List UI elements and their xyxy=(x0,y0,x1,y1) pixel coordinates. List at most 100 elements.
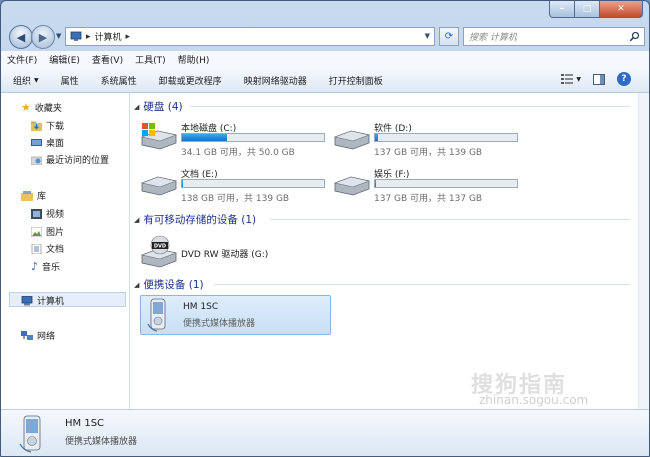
nav-libraries-label: 库 xyxy=(37,192,47,202)
properties-button[interactable]: 属性 xyxy=(61,74,79,87)
dvd-drive-name: DVD RW 驱动器 (G:) xyxy=(181,250,269,260)
back-arrow-icon: ◀ xyxy=(16,30,26,44)
organize-label: 组织 xyxy=(13,76,32,87)
documents-icon xyxy=(31,243,42,254)
chevron-down-icon: ▼ xyxy=(34,76,39,84)
computer-icon xyxy=(70,31,82,41)
address-dropdown-icon[interactable]: ▼ xyxy=(425,32,430,40)
forward-arrow-icon: ▶ xyxy=(38,30,48,44)
drive-usage-fill xyxy=(375,134,378,141)
menu-help[interactable]: 帮助(H) xyxy=(178,53,210,66)
group-divider xyxy=(214,284,630,285)
content-pane: ◢ 硬盘 (4) 本地磁盘 (C:) 34.1 GB 可用，共 50.0 GB … xyxy=(130,93,649,409)
nav-desktop[interactable]: 桌面 xyxy=(31,136,64,149)
hard-drive-icon xyxy=(333,176,371,196)
drive-size: 137 GB 可用，共 137 GB xyxy=(374,194,483,204)
help-icon[interactable]: ? xyxy=(617,72,631,86)
menu-edit[interactable]: 编辑(E) xyxy=(49,53,80,66)
group-header-hard-disks[interactable]: ◢ 硬盘 (4) xyxy=(134,99,183,114)
menu-file[interactable]: 文件(F) xyxy=(7,53,37,66)
organize-button[interactable]: 组织 ▼ xyxy=(13,74,39,87)
nav-network[interactable]: 网络 xyxy=(21,329,55,342)
collapse-triangle-icon: ◢ xyxy=(134,280,140,289)
nav-downloads[interactable]: 下载 xyxy=(31,119,64,132)
system-properties-button[interactable]: 系统属性 xyxy=(101,74,137,87)
device-type: 便携式媒体播放器 xyxy=(183,319,256,329)
map-network-drive-button[interactable]: 映射网络驱动器 xyxy=(244,74,307,87)
nav-favorites[interactable]: ★ 收藏夹 xyxy=(21,101,62,114)
view-options-button[interactable]: ▼ xyxy=(561,74,581,84)
device-item-hm1sc[interactable]: HM 1SC 便携式媒体播放器 xyxy=(140,295,331,335)
downloads-folder-icon xyxy=(31,121,42,131)
drive-usage-bar xyxy=(181,133,325,142)
desktop-icon xyxy=(31,138,42,146)
drive-usage-bar xyxy=(374,179,518,188)
view-grid-icon xyxy=(561,74,574,84)
uninstall-program-button[interactable]: 卸载或更改程序 xyxy=(159,74,222,87)
nav-libraries[interactable]: 库 xyxy=(21,189,46,202)
drive-item-f[interactable]: 娱乐 (F:) 137 GB 可用，共 137 GB xyxy=(333,167,518,204)
drive-usage-fill xyxy=(375,180,377,187)
drive-usage-bar xyxy=(181,179,325,188)
nav-network-label: 网络 xyxy=(37,332,56,342)
media-player-icon xyxy=(147,298,166,332)
group-header-removable[interactable]: ◢ 有可移动存储的设备 (1) xyxy=(134,212,256,227)
back-button[interactable]: ◀ xyxy=(9,25,33,49)
refresh-button[interactable]: ⟳ xyxy=(439,27,459,46)
drive-size: 138 GB 可用，共 139 GB xyxy=(181,194,290,204)
address-path[interactable]: 计算机 xyxy=(95,30,122,43)
details-pane: HM 1SC 便携式媒体播放器 xyxy=(1,409,649,456)
nav-music[interactable]: ♪ 音乐 xyxy=(31,260,60,273)
menu-view[interactable]: 查看(V) xyxy=(92,53,123,66)
preview-pane-icon[interactable] xyxy=(593,73,605,85)
forward-button[interactable]: ▶ xyxy=(31,25,55,49)
search-icon[interactable] xyxy=(629,31,640,42)
drive-size: 34.1 GB 可用，共 50.0 GB xyxy=(181,148,295,158)
group-header-portable[interactable]: ◢ 便携设备 (1) xyxy=(134,277,204,292)
drive-item-c[interactable]: 本地磁盘 (C:) 34.1 GB 可用，共 50.0 GB xyxy=(140,121,325,158)
dvd-drive-icon: DVD xyxy=(140,235,178,268)
open-control-panel-button[interactable]: 打开控制面板 xyxy=(329,74,383,87)
nav-downloads-label: 下载 xyxy=(46,122,65,132)
recent-pages-dropdown-icon[interactable]: ▼ xyxy=(56,32,61,40)
caption-buttons: – □ ✕ xyxy=(549,1,643,18)
group-divider xyxy=(190,106,630,107)
navigation-bar: ◀ ▶ ▼ ▸ 计算机 ▸ ▼ ⟳ 搜索 计算机 xyxy=(7,25,645,49)
search-input[interactable]: 搜索 计算机 xyxy=(463,27,645,46)
search-placeholder: 搜索 计算机 xyxy=(469,33,517,43)
drive-item-d[interactable]: 软件 (D:) 137 GB 可用，共 139 GB xyxy=(333,121,518,158)
nav-videos-label: 视频 xyxy=(46,210,65,220)
address-separator-icon[interactable]: ▸ xyxy=(86,32,91,42)
group-title-hard-disks: 硬盘 (4) xyxy=(143,101,183,113)
group-title-removable: 有可移动存储的设备 (1) xyxy=(143,214,257,226)
content-scrollbar[interactable] xyxy=(638,93,649,409)
nav-computer[interactable]: 计算机 xyxy=(21,294,64,307)
nav-pictures[interactable]: 图片 xyxy=(31,225,64,238)
nav-pictures-label: 图片 xyxy=(46,228,65,238)
menu-tools[interactable]: 工具(T) xyxy=(135,53,166,66)
libraries-icon xyxy=(21,190,33,201)
nav-documents[interactable]: 文档 xyxy=(31,242,64,255)
drive-item-e[interactable]: 文档 (E:) 138 GB 可用，共 139 GB xyxy=(140,167,325,204)
nav-videos[interactable]: 视频 xyxy=(31,207,64,220)
dvd-drive-item[interactable]: DVD DVD RW 驱动器 (G:) xyxy=(140,235,268,272)
address-bar[interactable]: ▸ 计算机 ▸ ▼ xyxy=(65,27,435,46)
address-separator-icon[interactable]: ▸ xyxy=(126,32,131,42)
explorer-window: – □ ✕ ◀ ▶ ▼ ▸ 计算机 ▸ ▼ ⟳ 搜索 计算机 文件(F) 编辑(… xyxy=(0,0,650,457)
drive-size: 137 GB 可用，共 139 GB xyxy=(374,148,483,158)
close-icon: ✕ xyxy=(617,4,625,14)
drive-usage-fill xyxy=(182,180,184,187)
watermark-url: zhinan.sogou.com xyxy=(479,393,589,407)
drive-usage-bar xyxy=(374,133,518,142)
navigation-pane: ★ 收藏夹 下载 桌面 最近访问的位置 库 视频 图片 文档 ♪ 音乐 计算机 … xyxy=(1,93,130,409)
nav-favorites-label: 收藏夹 xyxy=(34,104,62,114)
nav-desktop-label: 桌面 xyxy=(46,139,65,149)
media-player-icon xyxy=(19,415,41,453)
refresh-icon: ⟳ xyxy=(444,31,454,42)
drive-usage-fill xyxy=(182,134,228,141)
maximize-button[interactable]: □ xyxy=(575,1,600,18)
nav-recent-places[interactable]: 最近访问的位置 xyxy=(31,153,109,166)
close-button[interactable]: ✕ xyxy=(600,1,643,18)
nav-recent-places-label: 最近访问的位置 xyxy=(46,156,110,166)
minimize-button[interactable]: – xyxy=(549,1,575,18)
